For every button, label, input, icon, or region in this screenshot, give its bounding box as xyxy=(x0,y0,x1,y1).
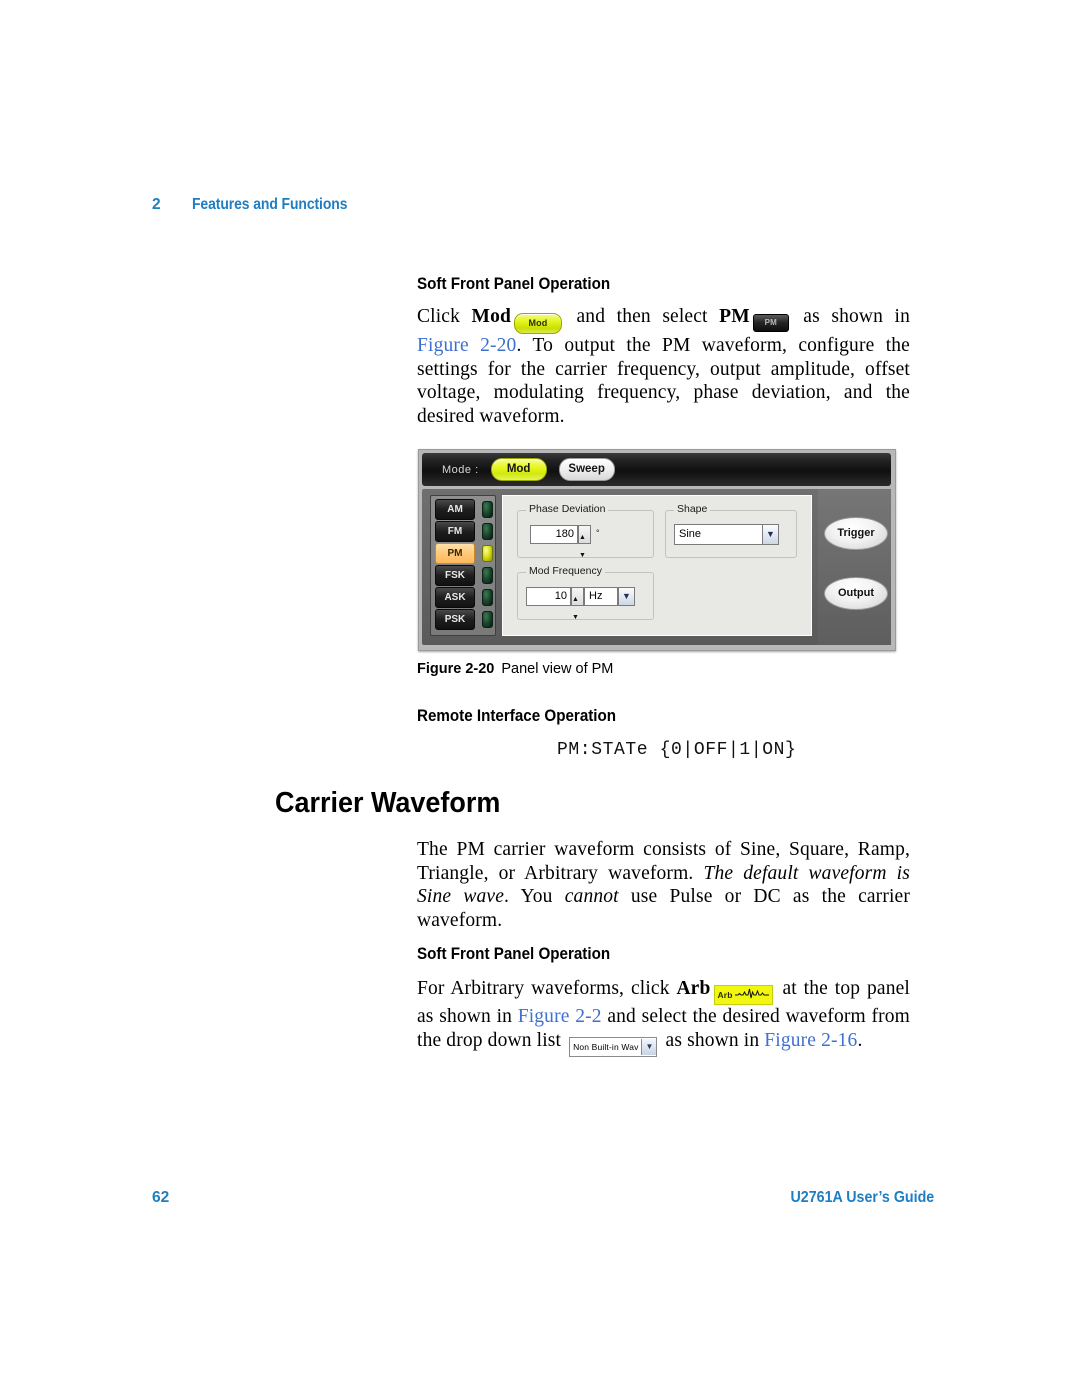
stepper-up-icon[interactable]: ▲ xyxy=(572,596,579,603)
led-indicator-fsk-icon xyxy=(482,567,493,584)
mod-frequency-input[interactable]: 10 xyxy=(526,587,571,606)
soft-front-panel-heading-carrier: Soft Front Panel Operation xyxy=(417,945,611,963)
led-indicator-pm-icon xyxy=(482,545,493,562)
paragraph-text-part: as shown in xyxy=(660,1029,765,1051)
mod-type-row-fm: FM xyxy=(433,521,495,542)
remote-interface-heading: Remote Interface Operation xyxy=(417,707,617,725)
paragraph-text-part: as shown in xyxy=(791,306,911,327)
stepper-up-icon[interactable]: ▲ xyxy=(579,534,586,541)
led-indicator-psk-icon xyxy=(482,611,493,628)
settings-pane: Phase Deviation 180 ▲ ▼ ° Mod Frequency … xyxy=(502,495,812,636)
mod-frequency-unit-value[interactable]: Hz xyxy=(584,587,618,606)
soft-front-panel-heading-pm: Soft Front Panel Operation xyxy=(417,275,611,293)
mod-frequency-unit-dropdown-arrow-icon[interactable]: ▼ xyxy=(618,587,635,606)
chapter-header: 2 Features and Functions xyxy=(152,196,365,214)
waveform-squiggle-icon xyxy=(734,987,769,1005)
xref-figure-2-2[interactable]: Figure 2-2 xyxy=(518,1006,602,1027)
mode-button-mod[interactable]: Mod xyxy=(490,458,547,481)
arb-bold-label: Arb xyxy=(676,978,711,999)
mode-button-sweep[interactable]: Sweep xyxy=(558,458,615,481)
modulation-type-rail: AM FM PM FSK ASK PSK xyxy=(430,495,496,636)
paragraph-text-part: . xyxy=(857,1029,863,1051)
chapter-title: Features and Functions xyxy=(192,196,348,213)
xref-figure-2-16[interactable]: Figure 2-16 xyxy=(764,1030,857,1051)
carrier-waveform-heading: Carrier Waveform xyxy=(275,787,501,819)
mod-type-button-fm[interactable]: FM xyxy=(435,521,475,542)
shape-group: Shape Sine ▼ xyxy=(665,503,797,558)
stepper-down-icon[interactable]: ▼ xyxy=(579,552,586,559)
mod-type-row-ask: ASK xyxy=(433,587,495,608)
mod-button-chip-icon: Mod xyxy=(513,313,562,334)
mod-type-row-am: AM xyxy=(433,499,495,520)
shape-select-value[interactable]: Sine xyxy=(674,524,769,545)
mode-label: Mode : xyxy=(442,463,479,476)
non-builtin-wave-dropdown-chip: Non Built-in Wav ▼ xyxy=(569,1036,658,1057)
carrier-waveform-paragraph: The PM carrier waveform consists of Sine… xyxy=(417,838,910,932)
shape-group-label: Shape xyxy=(674,503,711,515)
shape-dropdown-arrow-icon[interactable]: ▼ xyxy=(762,524,779,545)
mod-type-button-fsk[interactable]: FSK xyxy=(435,565,475,586)
phase-deviation-group: Phase Deviation 180 ▲ ▼ ° xyxy=(517,503,654,559)
figure-caption-text: Panel view of PM xyxy=(501,661,614,677)
footer-page-number: 62 xyxy=(152,1189,170,1206)
chapter-number: 2 xyxy=(152,196,161,213)
chevron-down-icon: ▼ xyxy=(641,1038,657,1055)
pm-intro-paragraph: Click Mod Mod and then select PM PM as sho… xyxy=(417,305,910,428)
mod-frequency-stepper[interactable]: ▲ ▼ xyxy=(571,587,584,621)
mod-type-button-psk[interactable]: PSK xyxy=(435,609,475,630)
panel-body: AM FM PM FSK ASK PSK Phase Deviation 180… xyxy=(422,489,891,645)
paragraph-text-part: and then select xyxy=(564,306,720,327)
output-button[interactable]: Output xyxy=(824,577,888,610)
mod-type-row-psk: PSK xyxy=(433,609,495,630)
mod-frequency-group: Mod Frequency 10 ▲ ▼ Hz ▼ xyxy=(517,565,654,621)
arbitrary-waveform-paragraph: For Arbitrary waveforms, click Arb Arb at… xyxy=(417,977,910,1057)
scpi-command: PM:STATe {0|OFF|1|ON} xyxy=(557,740,797,760)
mod-type-row-fsk: FSK xyxy=(433,565,495,586)
pm-bold-label: PM xyxy=(719,306,750,327)
mod-type-button-am[interactable]: AM xyxy=(435,499,475,520)
arb-chip-label: Arb xyxy=(717,990,733,1000)
mod-type-button-ask[interactable]: ASK xyxy=(435,587,475,608)
figure-pm-panel: Mode : Mod Sweep AM FM PM FSK ASK PSK Ph… xyxy=(418,449,896,651)
mode-bar: Mode : Mod Sweep xyxy=(422,453,891,486)
cannot-italic: cannot xyxy=(564,886,619,908)
xref-figure-2-20[interactable]: Figure 2-20 xyxy=(417,335,516,356)
mod-type-button-pm[interactable]: PM xyxy=(435,543,475,564)
dropdown-chip-label: Non Built-in Wav xyxy=(573,1041,639,1052)
phase-deviation-group-label: Phase Deviation xyxy=(526,503,609,515)
paragraph-text-part: . You xyxy=(504,886,565,908)
phase-deviation-input[interactable]: 180 xyxy=(530,525,578,544)
trigger-button[interactable]: Trigger xyxy=(824,517,888,550)
figure-caption: Figure 2-20 Panel view of PM xyxy=(417,661,613,677)
action-button-rail: Trigger Output xyxy=(818,489,891,645)
phase-deviation-stepper[interactable]: ▲ ▼ xyxy=(578,525,591,559)
paragraph-text-part: For Arbitrary waveforms, click xyxy=(417,978,677,999)
footer-guide-title: U2761A User’s Guide xyxy=(790,1189,934,1206)
paragraph-text-part: Click xyxy=(417,306,472,327)
mod-bold-label: Mod xyxy=(471,306,511,327)
figure-caption-number: Figure 2-20 xyxy=(417,661,495,677)
mod-type-row-pm: PM xyxy=(433,543,495,564)
led-indicator-ask-icon xyxy=(482,589,493,606)
led-indicator-fm-icon xyxy=(482,523,493,540)
pm-button-chip-icon: PM xyxy=(752,314,789,332)
led-indicator-am-icon xyxy=(482,501,493,518)
arb-button-chip-icon: Arb xyxy=(713,985,773,1005)
stepper-down-icon[interactable]: ▼ xyxy=(572,614,579,621)
mod-frequency-group-label: Mod Frequency xyxy=(526,565,605,577)
phase-deviation-unit-label: ° xyxy=(596,528,600,538)
